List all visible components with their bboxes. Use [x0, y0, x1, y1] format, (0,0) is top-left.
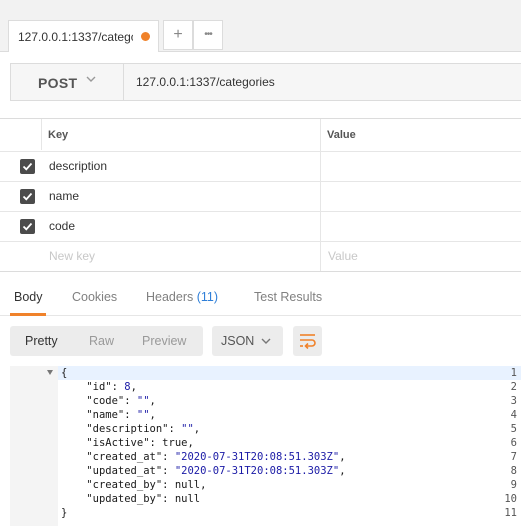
- line-number: 5: [510, 423, 517, 435]
- fold-toggle-icon[interactable]: [47, 370, 53, 375]
- table-top-border: [0, 118, 521, 119]
- format-label: JSON: [221, 334, 255, 348]
- response-body-code[interactable]: 1 2 3 4 5 6 7 8 9 10 11 { "id": 8, "code…: [10, 366, 521, 526]
- check-icon: [22, 162, 33, 171]
- method-select[interactable]: POST: [10, 63, 124, 101]
- url-input[interactable]: 127.0.0.1:1337/categories: [124, 63, 521, 101]
- method-label: POST: [38, 75, 78, 91]
- unsaved-indicator-icon: [141, 32, 150, 41]
- plus-icon: +: [173, 26, 183, 43]
- code-line: "code": "",: [86, 395, 156, 407]
- row-checkbox[interactable]: [20, 159, 35, 174]
- headers-count: (11): [196, 290, 219, 304]
- code-line: "description": "",: [86, 423, 201, 435]
- new-param-row: New key Value: [0, 241, 521, 271]
- line-number: 8: [510, 465, 517, 477]
- column-divider: [41, 119, 42, 150]
- line-number: 7: [510, 451, 517, 463]
- param-key[interactable]: name: [49, 189, 79, 203]
- line-number: 10: [504, 493, 517, 505]
- param-row: code: [0, 211, 521, 241]
- view-mode-group: Pretty Raw Preview: [10, 326, 203, 356]
- param-key[interactable]: description: [49, 159, 107, 173]
- tab-headers-label: Headers: [146, 290, 194, 304]
- code-line: "isActive": true,: [86, 437, 194, 449]
- response-tabs-divider: [0, 315, 521, 316]
- table-bottom-border: [0, 271, 521, 272]
- url-value: 127.0.0.1:1337/categories: [136, 75, 275, 89]
- request-tab[interactable]: 127.0.0.1:1337/categc: [8, 20, 159, 52]
- wrap-lines-icon: [300, 334, 316, 349]
- more-icon: •••: [204, 29, 212, 40]
- line-number: 2: [510, 381, 517, 393]
- tab-cookies[interactable]: Cookies: [72, 290, 117, 304]
- code-line: "updated_by": null: [86, 493, 201, 505]
- code-line: "updated_at": "2020-07-31T20:08:51.303Z"…: [86, 465, 346, 477]
- tab-headers[interactable]: Headers (11): [146, 290, 218, 304]
- format-select[interactable]: JSON: [212, 326, 283, 356]
- chevron-down-icon: [261, 338, 271, 344]
- row-checkbox[interactable]: [20, 219, 35, 234]
- code-line: "created_by": null,: [86, 479, 207, 491]
- wrap-lines-button[interactable]: [293, 326, 322, 356]
- new-key-input[interactable]: New key: [49, 249, 95, 263]
- code-line: "id": 8,: [86, 381, 137, 393]
- param-row: description: [0, 151, 521, 181]
- request-tab-title: 127.0.0.1:1337/categc: [18, 30, 133, 44]
- new-value-input[interactable]: Value: [328, 249, 358, 263]
- code-line: "created_at": "2020-07-31T20:08:51.303Z"…: [86, 451, 346, 463]
- tab-test-results[interactable]: Test Results: [254, 290, 322, 304]
- check-icon: [22, 192, 33, 201]
- row-checkbox[interactable]: [20, 189, 35, 204]
- chevron-down-icon: [86, 76, 96, 82]
- current-line-highlight: [58, 366, 521, 380]
- line-number: 4: [510, 409, 517, 421]
- line-number: 6: [510, 437, 517, 449]
- code-line: "name": "",: [86, 409, 156, 421]
- more-tabs-button[interactable]: •••: [193, 20, 223, 50]
- tab-body[interactable]: Body: [14, 290, 43, 304]
- new-tab-button[interactable]: +: [163, 20, 193, 50]
- line-number: 9: [510, 479, 517, 491]
- param-key[interactable]: code: [49, 219, 75, 233]
- code-line: }: [61, 507, 68, 519]
- active-tab-indicator: [10, 313, 46, 316]
- raw-button[interactable]: Raw: [89, 334, 114, 348]
- param-row: name: [0, 181, 521, 211]
- preview-button[interactable]: Preview: [142, 334, 186, 348]
- code-line: {: [61, 367, 68, 379]
- pretty-button[interactable]: Pretty: [25, 334, 58, 348]
- line-number: 11: [504, 507, 517, 519]
- line-number: 1: [510, 367, 517, 379]
- line-number: 3: [510, 395, 517, 407]
- check-icon: [22, 222, 33, 231]
- line-gutter: [10, 366, 58, 526]
